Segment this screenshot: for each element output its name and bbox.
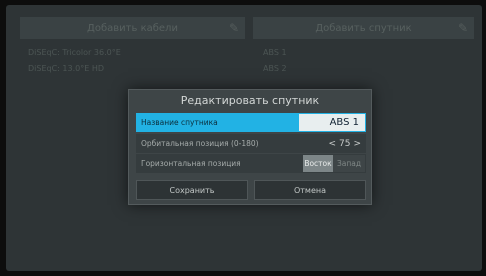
list-item: DiSEqC: 13.0°E HD <box>28 64 105 73</box>
background-right-header: Добавить спутник ✎ <box>253 17 474 39</box>
east-option[interactable]: Восток <box>303 155 333 172</box>
orbital-position-stepper[interactable]: < 75 > <box>328 139 361 149</box>
background-left-header: Добавить кабели ✎ <box>20 17 245 39</box>
west-option[interactable]: Запад <box>333 155 365 172</box>
chevron-right-icon[interactable]: > <box>353 139 361 149</box>
horizontal-position-field: Горизонтальная позиция Восток Запад <box>136 154 366 173</box>
list-item: DiSEqC: Tricolor 36.0°E <box>28 48 121 57</box>
pencil-icon: ✎ <box>457 21 468 35</box>
dialog-title: Редактировать спутник <box>180 94 320 107</box>
tv-screen: Добавить кабели ✎ DiSEqC: Tricolor 36.0°… <box>6 5 482 271</box>
cancel-button[interactable]: Отмена <box>254 180 366 200</box>
background-left-title: Добавить кабели <box>87 22 178 34</box>
satellite-name-label: Название спутника <box>141 118 218 127</box>
save-button[interactable]: Сохранить <box>136 180 248 200</box>
pencil-icon: ✎ <box>228 21 239 35</box>
horizontal-position-toggle[interactable]: Восток Запад <box>303 155 365 172</box>
background-right-title: Добавить спутник <box>315 22 412 34</box>
satellite-name-input[interactable]: ABS 1 <box>299 114 365 131</box>
orbital-position-field[interactable]: Орбитальная позиция (0-180) < 75 > <box>136 134 366 153</box>
satellite-name-field[interactable]: Название спутника ABS 1 <box>136 113 366 132</box>
edit-satellite-dialog: Редактировать спутник Название спутника … <box>128 89 372 205</box>
list-item: ABS 2 <box>263 64 287 73</box>
chevron-left-icon[interactable]: < <box>328 139 336 149</box>
background-left-list: DiSEqC: Tricolor 36.0°E DiSEqC: 13.0°E H… <box>20 39 245 77</box>
orbital-position-value: 75 <box>339 138 351 149</box>
horizontal-position-label: Горизонтальная позиция <box>141 159 241 168</box>
orbital-position-label: Орбитальная позиция (0-180) <box>141 139 259 148</box>
list-item: ABS 1 <box>263 48 287 57</box>
